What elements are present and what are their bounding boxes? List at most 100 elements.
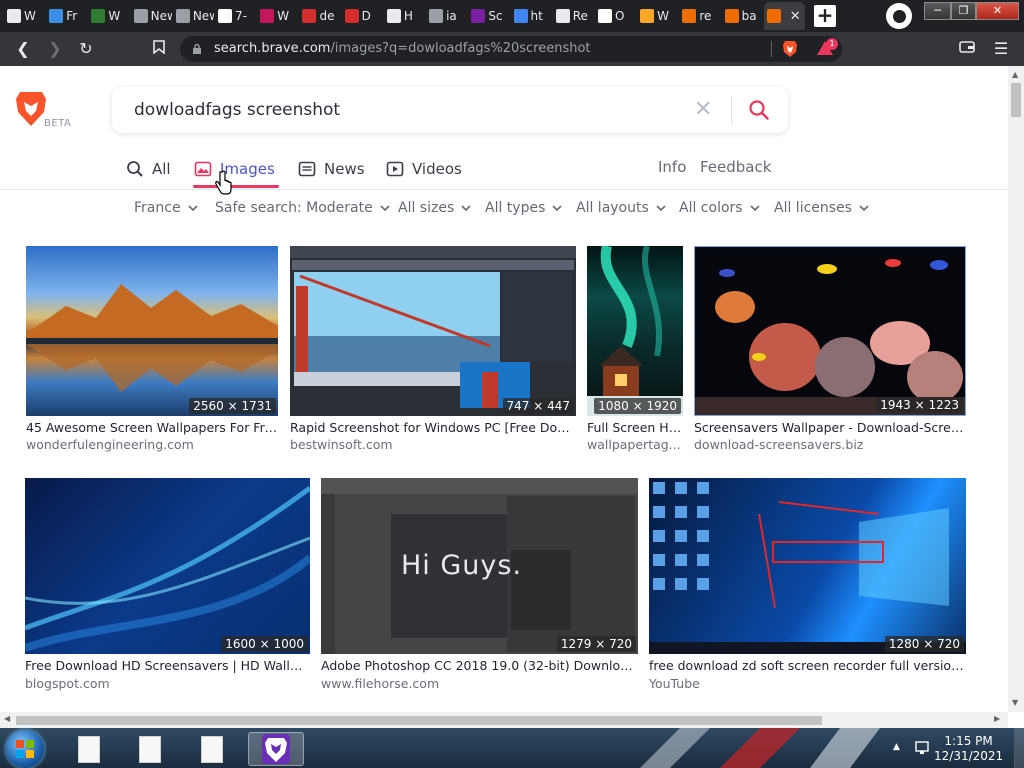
- filter-licenses[interactable]: All licenses: [774, 200, 870, 216]
- result-thumbnail[interactable]: 1600 × 1000: [25, 478, 310, 654]
- tab-all[interactable]: All: [126, 160, 171, 178]
- result-source[interactable]: bestwinsoft.com: [290, 437, 578, 452]
- result-title[interactable]: Full Screen HD ...: [587, 420, 685, 435]
- result-source[interactable]: blogspot.com: [25, 676, 310, 691]
- filter-types[interactable]: All types: [485, 200, 563, 216]
- result-thumbnail[interactable]: 747 × 447: [290, 246, 576, 416]
- image-result[interactable]: 1080 × 1920 Full Screen HD ... wallpaper…: [587, 246, 685, 456]
- browser-tab[interactable]: Fr: [46, 2, 87, 30]
- browser-tab-label: de: [319, 9, 335, 23]
- browser-tab[interactable]: ba: [722, 2, 763, 30]
- filter-sizes[interactable]: All sizes: [398, 200, 472, 216]
- close-window-button[interactable]: ✕: [976, 2, 1019, 20]
- result-title[interactable]: Adobe Photoshop CC 2018 19.0 (32-bit) Do…: [321, 658, 638, 673]
- browser-tab[interactable]: H: [384, 2, 425, 30]
- scroll-down-arrow-icon[interactable]: ▼: [1012, 698, 1018, 707]
- result-thumbnail[interactable]: 1943 × 1223: [694, 246, 966, 416]
- tray-expand-icon[interactable]: ▲: [893, 742, 900, 752]
- result-title[interactable]: Screensavers Wallpaper - Download-Scree.…: [694, 420, 966, 435]
- browser-tab[interactable]: New T: [173, 2, 214, 30]
- minimize-button[interactable]: ─: [924, 2, 951, 20]
- browser-tab[interactable]: ht: [511, 2, 552, 30]
- forward-icon[interactable]: ❯: [44, 38, 66, 60]
- close-tab-icon[interactable]: ✕: [790, 9, 801, 24]
- browser-tab-label: W: [24, 9, 36, 23]
- result-title[interactable]: 45 Awesome Screen Wallpapers For Free...: [26, 420, 280, 435]
- reload-icon[interactable]: ↻: [75, 38, 97, 60]
- scroll-right-arrow-icon[interactable]: ▶: [994, 714, 1000, 723]
- image-result[interactable]: 1280 × 720 free download zd soft screen …: [649, 478, 966, 691]
- start-button[interactable]: [6, 730, 44, 768]
- result-title[interactable]: free download zd soft screen recorder fu…: [649, 658, 966, 673]
- menu-icon[interactable]: ☰: [990, 38, 1012, 60]
- taskbar-brave-app[interactable]: [248, 732, 304, 766]
- network-icon[interactable]: [914, 740, 930, 756]
- search-box[interactable]: dowloadfags screenshot ✕: [112, 87, 788, 133]
- browser-tab[interactable]: W: [637, 2, 678, 30]
- vertical-scroll-thumb[interactable]: [1011, 83, 1021, 117]
- scroll-up-arrow-icon[interactable]: ▲: [1012, 70, 1018, 79]
- browser-tab[interactable]: ✕: [763, 2, 805, 30]
- result-title[interactable]: Free Download HD Screensavers | HD Wallp…: [25, 658, 310, 673]
- filter-layouts[interactable]: All layouts: [576, 200, 667, 216]
- browser-tab[interactable]: W: [88, 2, 129, 30]
- browser-tab[interactable]: de: [299, 2, 340, 30]
- browser-tab[interactable]: Sc: [468, 2, 509, 30]
- back-icon[interactable]: ❮: [12, 38, 34, 60]
- image-result[interactable]: 747 × 447 Rapid Screenshot for Windows P…: [290, 246, 578, 456]
- bookmark-icon[interactable]: [148, 38, 170, 60]
- filter-region[interactable]: France: [134, 200, 199, 216]
- chevron-down-icon: [380, 205, 390, 212]
- search-input[interactable]: dowloadfags screenshot: [134, 100, 340, 120]
- result-source[interactable]: wallpapertag...: [587, 437, 685, 452]
- image-result[interactable]: Hi Guys. 1279 × 720 Adobe Photoshop CC 2…: [321, 478, 638, 691]
- browser-tab[interactable]: Re: [553, 2, 594, 30]
- wallet-icon[interactable]: [956, 38, 978, 60]
- horizontal-scrollbar[interactable]: ◀ ▶: [0, 712, 1008, 728]
- image-result[interactable]: 1943 × 1223 Screensavers Wallpaper - Dow…: [694, 246, 966, 456]
- scroll-left-arrow-icon[interactable]: ◀: [4, 714, 10, 723]
- profile-menu-button[interactable]: [886, 3, 912, 29]
- feedback-link[interactable]: Feedback: [700, 158, 771, 176]
- filter-safe-search[interactable]: Safe search: Moderate: [215, 200, 391, 216]
- browser-tab[interactable]: D: [342, 2, 383, 30]
- result-thumbnail[interactable]: 1080 × 1920: [587, 246, 683, 416]
- result-thumbnail[interactable]: 2560 × 1731: [26, 246, 278, 416]
- taskbar-document-1[interactable]: [66, 732, 112, 766]
- result-thumbnail[interactable]: Hi Guys. 1279 × 720: [321, 478, 638, 654]
- vertical-scrollbar[interactable]: ▲ ▼: [1008, 66, 1024, 712]
- result-source[interactable]: www.filehorse.com: [321, 676, 638, 691]
- browser-tab[interactable]: O: [595, 2, 636, 30]
- new-tab-button[interactable]: +: [814, 5, 836, 27]
- result-source[interactable]: download-screensavers.biz: [694, 437, 966, 452]
- image-result[interactable]: 1600 × 1000 Free Download HD Screensaver…: [25, 478, 310, 691]
- filter-colors[interactable]: All colors: [679, 200, 761, 216]
- horizontal-scroll-thumb[interactable]: [16, 716, 822, 725]
- result-title[interactable]: Rapid Screenshot for Windows PC [Free Do…: [290, 420, 578, 435]
- show-desktop-button[interactable]: [1014, 728, 1024, 768]
- brave-logo[interactable]: [14, 90, 48, 128]
- info-link[interactable]: Info: [658, 158, 686, 176]
- browser-tab[interactable]: ia: [426, 2, 467, 30]
- system-clock[interactable]: 1:15 PM 12/31/2021: [934, 734, 1003, 764]
- result-source[interactable]: wonderfulengineering.com: [26, 437, 280, 452]
- address-bar[interactable]: search.brave.com/images?q=dowloadfags%20…: [180, 36, 842, 62]
- search-icon[interactable]: [748, 99, 770, 121]
- browser-tab[interactable]: 7-: [215, 2, 256, 30]
- result-thumbnail[interactable]: 1280 × 720: [649, 478, 966, 654]
- tab-news[interactable]: News: [298, 160, 365, 178]
- tab-images[interactable]: Images: [194, 160, 275, 178]
- thumbnail-overlay-text: Hi Guys.: [401, 550, 523, 581]
- result-source[interactable]: YouTube: [649, 676, 966, 691]
- browser-tab[interactable]: New T: [131, 2, 172, 30]
- maximize-button[interactable]: ❐: [951, 2, 976, 20]
- image-result[interactable]: 2560 × 1731 45 Awesome Screen Wallpapers…: [26, 246, 280, 456]
- browser-tab[interactable]: W: [4, 2, 45, 30]
- brave-shields-icon[interactable]: [782, 40, 798, 58]
- taskbar-document-3[interactable]: [189, 732, 235, 766]
- tab-videos[interactable]: Videos: [386, 160, 462, 178]
- browser-tab[interactable]: W: [257, 2, 298, 30]
- clear-search-icon[interactable]: ✕: [694, 97, 712, 122]
- taskbar-document-2[interactable]: [127, 732, 173, 766]
- browser-tab[interactable]: re: [679, 2, 720, 30]
